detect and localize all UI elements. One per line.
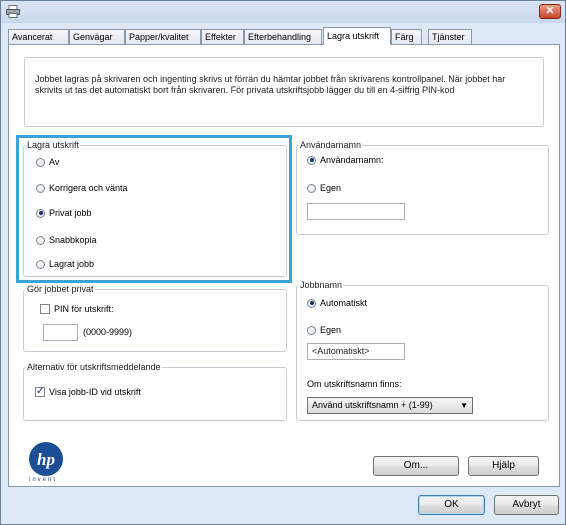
printer-properties-window: ✕ Avancerat Genvägar Papper/kvalitet Eff…	[0, 0, 566, 525]
hp-tagline: invent	[29, 477, 58, 483]
pin-checkbox[interactable]: PIN för utskrift:	[40, 304, 114, 314]
radio-button-selected[interactable]	[307, 298, 316, 308]
dropdown-value: Använd utskriftsnamn + (1-99)	[312, 400, 433, 410]
job-name-input[interactable]: <Automatiskt>	[307, 343, 405, 360]
radio-label: Användarnamn:	[320, 155, 384, 165]
help-button[interactable]: Hjälp	[468, 456, 539, 476]
description-text: Jobbet lagras på skrivaren och ingenting…	[35, 74, 506, 95]
hp-logo: hp	[29, 442, 63, 476]
chevron-down-icon: ▼	[460, 401, 468, 410]
radio-username[interactable]: Användarnamn:	[307, 155, 384, 165]
printer-icon	[6, 5, 20, 18]
radio-label: Egen	[320, 183, 342, 193]
tab-genvagar[interactable]: Genvägar	[69, 29, 125, 44]
tab-efterbehandling[interactable]: Efterbehandling	[244, 29, 322, 44]
ok-button[interactable]: OK	[418, 495, 485, 515]
make-private-group: Gör jobbet privat	[23, 285, 287, 352]
pin-input[interactable]	[43, 324, 78, 341]
tab-strip: Avancerat Genvägar Papper/kvalitet Effek…	[8, 27, 560, 45]
title-bar: ✕	[1, 1, 565, 23]
show-job-id-checkbox[interactable]: ✓ Visa jobb-ID vid utskrift	[35, 387, 141, 397]
about-button[interactable]: Om...	[373, 456, 459, 476]
if-name-exists-label: Om utskriftsnamn finns:	[307, 379, 402, 389]
username-legend: Användarnamn	[300, 140, 362, 150]
radio-button[interactable]	[307, 325, 316, 335]
if-name-exists-dropdown[interactable]: Använd utskriftsnamn + (1-99) ▼	[307, 397, 473, 414]
username-custom-input[interactable]	[307, 203, 405, 220]
checkbox-box[interactable]	[40, 304, 50, 314]
job-name-legend: Jobbnamn	[300, 280, 343, 290]
radio-label: Egen	[320, 325, 342, 335]
tab-papper-kvalitet[interactable]: Papper/kvalitet	[125, 29, 201, 44]
tab-tjanster[interactable]: Tjänster	[428, 29, 472, 44]
notification-legend: Alternativ för utskriftsmeddelande	[27, 362, 161, 372]
tab-effekter[interactable]: Effekter	[201, 29, 244, 44]
radio-job-name-custom[interactable]: Egen	[307, 325, 341, 335]
pin-range-hint: (0000-9999)	[83, 327, 133, 337]
checkbox-box-checked[interactable]: ✓	[35, 387, 45, 397]
tab-avancerat[interactable]: Avancerat	[8, 29, 69, 44]
radio-button-selected[interactable]	[307, 155, 316, 165]
checkbox-label: Visa jobb-ID vid utskrift	[49, 387, 141, 397]
make-private-legend: Gör jobbet privat	[27, 284, 94, 294]
cancel-button[interactable]: Avbryt	[494, 495, 559, 515]
tab-farg[interactable]: Färg	[391, 29, 422, 44]
hp-logo-brand: hp	[37, 450, 55, 469]
radio-button[interactable]	[307, 183, 316, 193]
radio-username-custom[interactable]: Egen	[307, 183, 341, 193]
tab-lagra-utskrift[interactable]: Lagra utskrift	[323, 27, 391, 45]
checkbox-label: PIN för utskrift:	[54, 304, 114, 314]
description-box: Jobbet lagras på skrivaren och ingenting…	[24, 57, 544, 127]
radio-job-name-auto[interactable]: Automatiskt	[307, 298, 367, 308]
tab-panel: Jobbet lagras på skrivaren och ingenting…	[8, 44, 560, 487]
selection-highlight	[16, 135, 292, 283]
radio-label: Automatiskt	[320, 298, 368, 308]
close-button[interactable]: ✕	[539, 4, 561, 19]
